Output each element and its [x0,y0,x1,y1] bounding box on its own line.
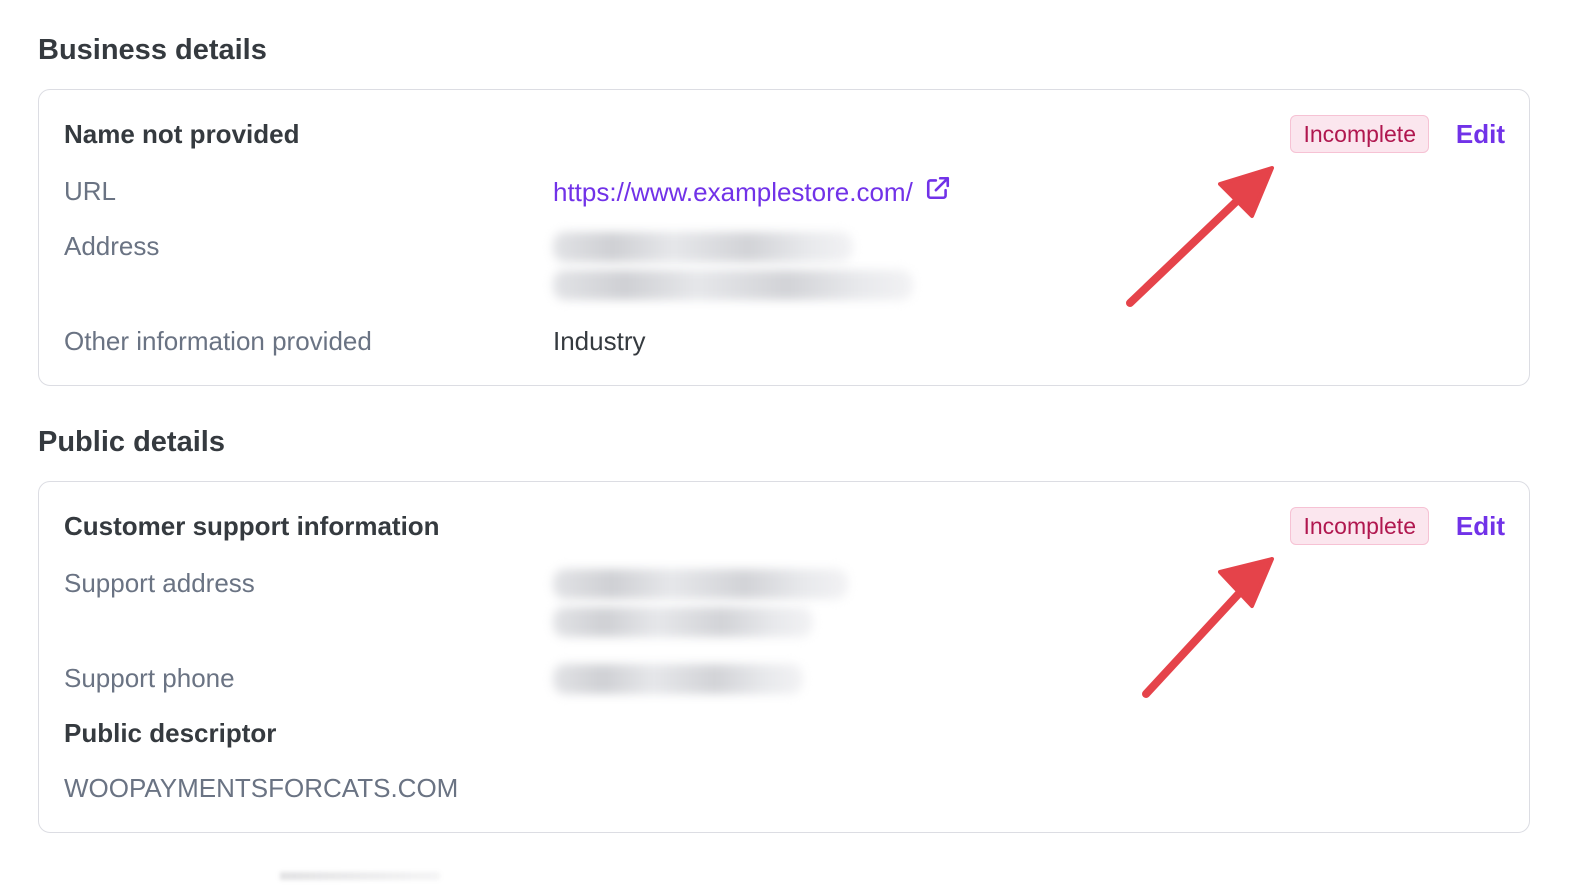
support-address-label: Support address [64,568,255,598]
business-details-heading: Business details [38,34,267,66]
cut-off-content [280,872,440,880]
business-edit-link[interactable]: Edit [1456,118,1505,150]
support-edit-link[interactable]: Edit [1456,510,1505,542]
business-details-card: Name not provided Incomplete Edit URL ht… [38,89,1530,386]
public-descriptor-title: Public descriptor [64,718,277,748]
support-status-badge: Incomplete [1290,507,1429,545]
address-redacted-line-2 [553,270,913,300]
other-info-label: Other information provided [64,326,372,356]
url-value: https://www.examplestore.com/ [553,175,951,208]
external-link-icon [925,175,951,208]
red-arrow-icon [1142,557,1274,698]
url-label: URL [64,176,117,206]
customer-support-title: Customer support information [64,511,440,541]
address-redacted-line-1 [553,232,853,262]
public-descriptor-value: WOOPAYMENTSFORCATS.COM [64,773,459,803]
support-phone-label: Support phone [64,663,235,693]
store-url-text: https://www.examplestore.com/ [553,176,913,207]
support-address-redacted-line-2 [553,607,813,637]
store-url-link[interactable]: https://www.examplestore.com/ [553,175,951,208]
public-details-heading: Public details [38,426,225,458]
public-details-card: Customer support information Incomplete … [38,481,1530,833]
business-status-badge: Incomplete [1290,115,1429,153]
business-name-title: Name not provided [64,119,300,149]
support-phone-redacted [553,664,803,694]
other-info-value: Industry [553,326,646,356]
support-address-redacted-line-1 [553,569,848,599]
address-label: Address [64,231,160,261]
red-arrow-icon [1126,166,1274,307]
